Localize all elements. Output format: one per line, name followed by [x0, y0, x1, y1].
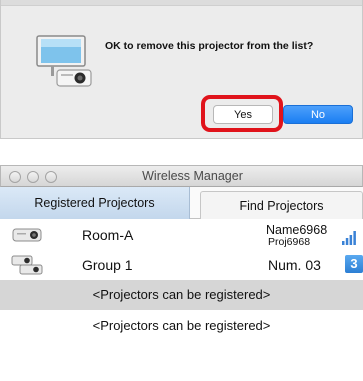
tab-registered-projectors[interactable]: Registered Projectors [0, 187, 190, 219]
projector-model: Proj6968 [268, 236, 311, 248]
no-button[interactable]: No [283, 105, 353, 124]
yes-button-highlight [201, 95, 283, 132]
projector-name: Room-A [82, 227, 134, 243]
projector-id: Name6968 [266, 223, 328, 237]
confirm-dialog: OK to remove this projector from the lis… [0, 0, 363, 139]
group-number: Num. 03 [268, 257, 321, 273]
projector-icon [12, 228, 42, 242]
window-title: Wireless Manager [142, 169, 243, 183]
signal-bars-icon [342, 231, 356, 245]
wireless-manager-window: Wireless Manager Registered Projectors F… [0, 165, 363, 381]
empty-slot[interactable]: <Projectors can be registered> [0, 280, 363, 310]
projector-row[interactable]: Group 1 Num. 03 3 [0, 251, 363, 279]
empty-slot[interactable]: <Projectors can be registered> [0, 311, 363, 341]
dialog-message: OK to remove this projector from the lis… [105, 40, 314, 52]
tab-bar: Registered Projectors Find Projectors [0, 187, 363, 219]
group-name: Group 1 [82, 257, 133, 273]
projector-row[interactable]: Room-A Name6968 Proj6968 [0, 221, 363, 249]
title-bar: Wireless Manager [0, 165, 363, 187]
dialog-top-edge [1, 0, 362, 6]
projector-group-icon [11, 255, 43, 275]
projector-screen-icon [36, 35, 92, 87]
tab-find-projectors[interactable]: Find Projectors [200, 191, 363, 219]
group-badge-icon: 3 [345, 255, 363, 273]
